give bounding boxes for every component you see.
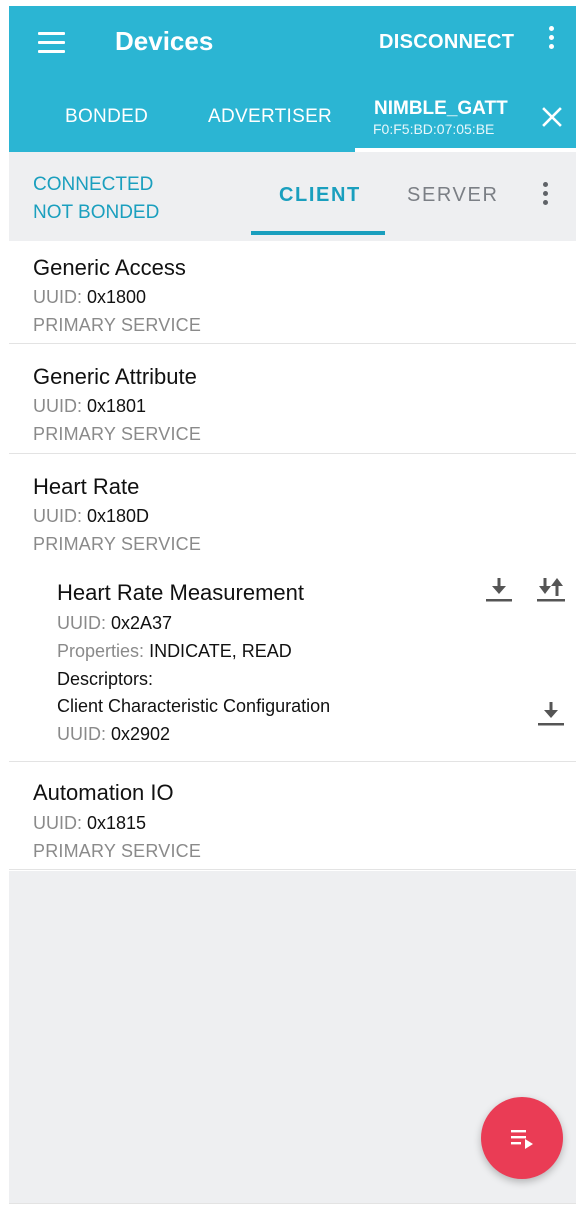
- descriptor-uuid: UUID: 0x2902: [57, 724, 171, 744]
- more-vert-icon[interactable]: [537, 182, 553, 214]
- tab-client[interactable]: CLIENT: [279, 184, 361, 207]
- service-type: PRIMARY SERVICE: [33, 534, 202, 554]
- device-name: NIMBLE_GATT: [374, 98, 508, 119]
- page-title: Devices: [115, 26, 214, 56]
- characteristic-name: Heart Rate Measurement: [57, 580, 304, 605]
- descriptors-heading: Descriptors:: [57, 669, 154, 689]
- service-item[interactable]: Automation IO UUID: 0x1815 PRIMARY SERVI…: [9, 762, 576, 870]
- app-screen: Devices DISCONNECT BONDED ADVERTISER NIM…: [9, 6, 576, 1209]
- log-fab-button[interactable]: [481, 1097, 563, 1179]
- tab-advertiser[interactable]: ADVERTISER: [208, 106, 332, 128]
- more-vert-icon[interactable]: [541, 26, 561, 58]
- service-type: PRIMARY SERVICE: [33, 841, 202, 861]
- hamburger-menu-icon[interactable]: [35, 28, 69, 58]
- disconnect-button[interactable]: DISCONNECT: [379, 31, 514, 54]
- service-name: Heart Rate: [33, 474, 140, 499]
- service-name: Generic Attribute: [33, 364, 197, 389]
- service-name: Generic Access: [33, 255, 186, 280]
- read-icon[interactable]: [483, 574, 515, 604]
- characteristic-properties: Properties: INDICATE, READ: [57, 641, 292, 661]
- bottom-divider: [9, 1203, 576, 1204]
- service-item[interactable]: Heart Rate UUID: 0x180D PRIMARY SERVICE …: [9, 454, 576, 762]
- device-address: F0:F5:BD:07:05:BE: [373, 121, 495, 137]
- playlist-icon: [511, 1130, 533, 1149]
- indicate-icon[interactable]: [535, 574, 567, 604]
- connection-status: CONNECTED NOT BONDED: [33, 171, 159, 227]
- client-tab-indicator: [251, 231, 385, 235]
- service-type: PRIMARY SERVICE: [33, 315, 202, 335]
- service-item[interactable]: Generic Access UUID: 0x1800 PRIMARY SERV…: [9, 241, 576, 344]
- close-icon[interactable]: [539, 104, 565, 130]
- characteristic-uuid: UUID: 0x2A37: [57, 613, 173, 633]
- tab-device[interactable]: NIMBLE_GATT F0:F5:BD:07:05:BE: [355, 94, 576, 152]
- service-uuid: UUID: 0x1815: [33, 813, 147, 833]
- bond-state: NOT BONDED: [33, 202, 160, 223]
- service-type: PRIMARY SERVICE: [33, 424, 202, 444]
- service-uuid: UUID: 0x1800: [33, 287, 147, 307]
- service-item[interactable]: Generic Attribute UUID: 0x1801 PRIMARY S…: [9, 344, 576, 454]
- app-bar: Devices DISCONNECT BONDED ADVERTISER NIM…: [9, 6, 576, 152]
- descriptor-name: Client Characteristic Configuration: [57, 696, 331, 716]
- service-uuid: UUID: 0x1801: [33, 396, 147, 416]
- service-name: Automation IO: [33, 780, 174, 805]
- service-uuid: UUID: 0x180D: [33, 506, 150, 526]
- tab-bonded[interactable]: BONDED: [65, 106, 148, 128]
- connection-state: CONNECTED: [33, 174, 154, 195]
- tab-server[interactable]: SERVER: [407, 184, 499, 207]
- read-descriptor-icon[interactable]: [535, 698, 567, 728]
- connection-bar: CONNECTED NOT BONDED CLIENT SERVER: [9, 152, 576, 241]
